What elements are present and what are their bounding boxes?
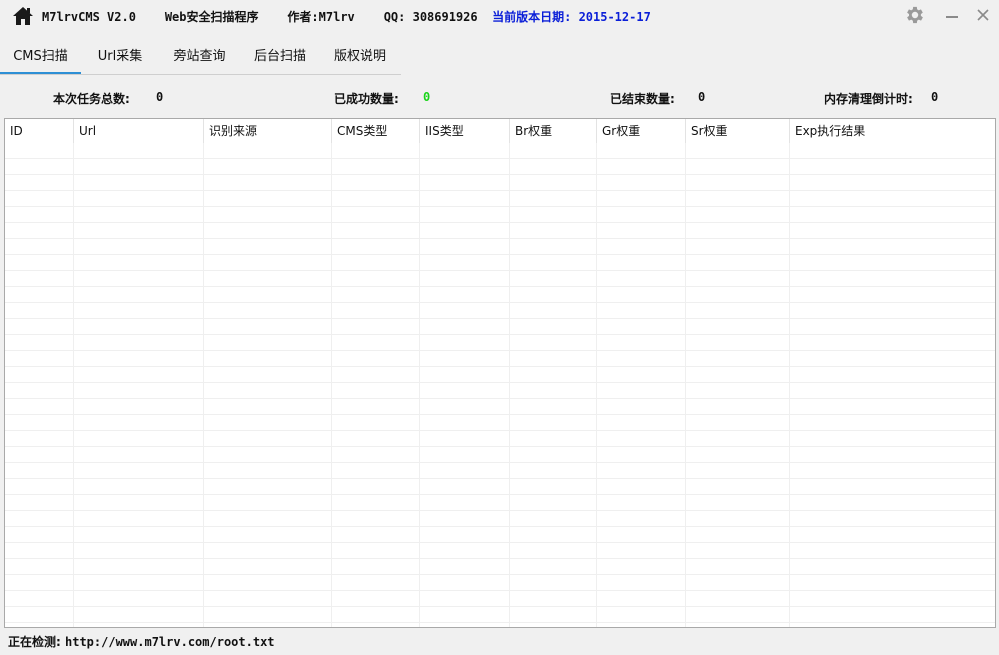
column-divider [73,143,74,627]
column-header-sr-weight[interactable]: Sr权重 [686,119,790,143]
author-value: M7lrv [318,10,355,24]
settings-button[interactable] [903,4,927,26]
memory-clean-countdown-value: 0 [931,90,939,104]
success-count-label: 已成功数量: [334,92,399,106]
column-header-id[interactable]: ID [5,119,74,143]
column-header-gr-weight[interactable]: Gr权重 [597,119,686,143]
table-body[interactable] [5,143,995,627]
close-button[interactable] [971,4,995,26]
column-divider [203,143,204,627]
main-tabs: CMS扫描 Url采集 旁站查询 后台扫描 版权说明 [0,42,401,75]
tab-admin-scan[interactable]: 后台扫描 [240,42,320,72]
column-divider [419,143,420,627]
close-icon [977,9,989,21]
success-count-value: 0 [423,90,431,104]
tab-cms-scan[interactable]: CMS扫描 [0,42,81,74]
tab-sidesite-query[interactable]: 旁站查询 [159,42,240,72]
author-label: 作者: [287,10,319,24]
version-date-label: 当前版本日期: [492,10,572,24]
tab-url-collect[interactable]: Url采集 [81,42,159,72]
column-divider [331,143,332,627]
column-divider [789,143,790,627]
column-header-exp-result[interactable]: Exp执行结果 [790,119,995,143]
total-tasks-value: 0 [156,90,164,104]
finished-count-label: 已结束数量: [610,92,675,106]
minimize-button[interactable] [940,4,964,26]
gear-icon [907,6,923,24]
status-label: 正在检测: [8,635,61,649]
minimize-icon [946,16,958,18]
total-tasks-label: 本次任务总数: [53,92,130,106]
column-divider [509,143,510,627]
column-header-source[interactable]: 识别来源 [204,119,332,143]
memory-clean-countdown-label: 内存清理倒计时: [824,92,913,106]
title-bar: M7lrvCMS V2.0 Web安全扫描程序 作者:M7lrv QQ: 308… [0,0,999,34]
column-divider [596,143,597,627]
app-name: M7lrvCMS V2.0 [42,10,136,24]
finished-count-value: 0 [698,90,706,104]
tab-copyright[interactable]: 版权说明 [320,42,400,72]
stats-bar: 本次任务总数: 0 已成功数量: 0 已结束数量: 0 内存清理倒计时: 0 [0,86,999,110]
app-description: Web安全扫描程序 [164,10,259,24]
column-header-iis-type[interactable]: IIS类型 [420,119,510,143]
qq-value: 308691926 [412,10,478,24]
table-header: ID Url 识别来源 CMS类型 IIS类型 Br权重 Gr权重 Sr权重 E… [5,119,995,143]
qq-label: QQ: [383,10,406,24]
status-bar: 正在检测: http://www.m7lrv.com/root.txt [8,633,275,651]
status-current-url: http://www.m7lrv.com/root.txt [65,635,275,649]
column-header-cms-type[interactable]: CMS类型 [332,119,420,143]
window-title: M7lrvCMS V2.0 Web安全扫描程序 作者:M7lrv QQ: 308… [42,8,651,25]
column-divider [685,143,686,627]
column-header-url[interactable]: Url [74,119,204,143]
home-icon[interactable] [12,6,34,26]
column-header-br-weight[interactable]: Br权重 [510,119,597,143]
version-date-value: 2015-12-17 [578,10,651,24]
results-table[interactable]: ID Url 识别来源 CMS类型 IIS类型 Br权重 Gr权重 Sr权重 E… [4,118,996,628]
